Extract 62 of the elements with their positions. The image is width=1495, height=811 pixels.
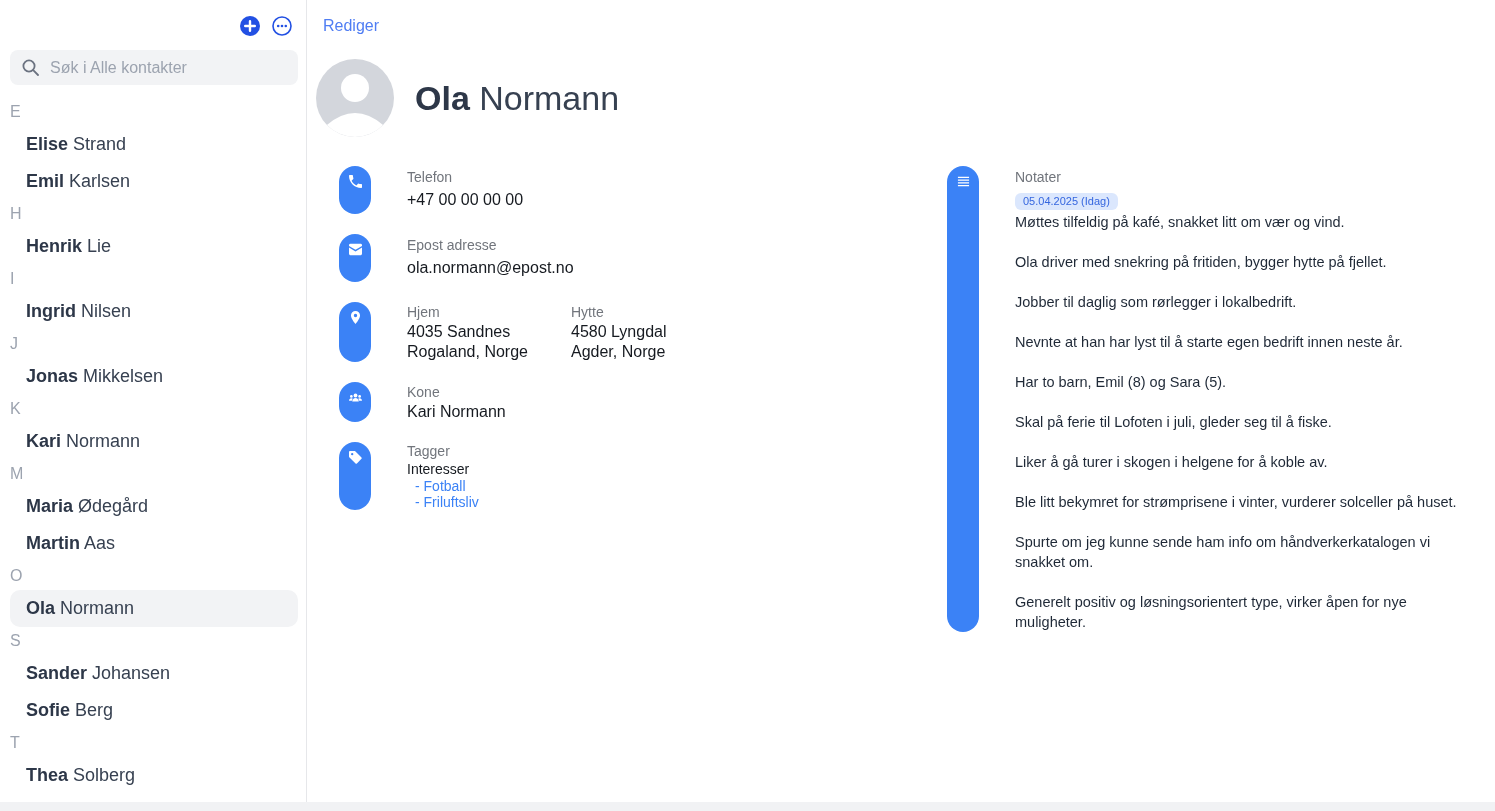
tag-link[interactable]: - Friluftsliv	[415, 494, 479, 510]
field-label: Epost adresse	[407, 236, 498, 255]
contact-list-item[interactable]: Thea Solberg	[10, 757, 298, 794]
address-line: 4035 Sandnes	[407, 322, 512, 342]
note-text: Nevnte at han har lyst til å starte egen bedrift innen neste år.	[1015, 333, 1404, 352]
phone-number: +47 00 00 00 00	[407, 190, 524, 210]
more-options-icon[interactable]	[272, 16, 292, 36]
section-letter: E	[10, 102, 22, 122]
envelope-icon	[348, 243, 362, 256]
address-line: 4580 Lyngdal	[571, 322, 668, 342]
edit-link[interactable]: Rediger	[323, 14, 380, 38]
section-letter: M	[10, 464, 25, 484]
tag-group-name: Interesser	[407, 460, 471, 478]
email-address: ola.normann@epost.no	[407, 258, 574, 278]
add-contact-icon[interactable]	[240, 16, 260, 36]
contact-list-item[interactable]: Ingrid Nilsen	[10, 293, 298, 330]
relation-name: Kari Normann	[407, 402, 506, 422]
contact-list-item[interactable]: Martin Aas	[10, 525, 298, 562]
section-letter: O	[10, 566, 24, 586]
tag-link[interactable]: - Fotball	[415, 478, 466, 494]
contact-list-item[interactable]: Henrik Lie	[10, 228, 298, 265]
section-letter: S	[10, 631, 22, 651]
field-label: Hytte	[571, 303, 605, 322]
address-line: Rogaland, Norge	[407, 342, 529, 362]
contact-list-item[interactable]: Maria Ødegård	[10, 488, 298, 525]
section-letter: I	[10, 269, 16, 289]
tag-icon	[348, 451, 362, 464]
contact-list-item[interactable]: Jonas Mikkelsen	[10, 358, 298, 395]
note-text: Spurte om jeg kunne sende ham info om håndverkerkatalogen vi snakket om.	[1015, 533, 1432, 572]
contact-list-item[interactable]: Sofie Berg	[10, 692, 298, 729]
contact-list-item[interactable]: Sander Johansen	[10, 655, 298, 692]
section-letter: J	[10, 334, 19, 354]
lines-icon	[956, 175, 970, 188]
field-label: Tagger	[407, 442, 451, 460]
contact-name: Ola Normann	[415, 78, 620, 119]
phone-icon	[348, 175, 362, 188]
note-text: Jobber til daglig som rørlegger i lokalbedrift.	[1015, 293, 1298, 312]
person-silhouette-icon	[316, 59, 394, 137]
search-field[interactable]: Søk i Alle kontakter	[10, 50, 298, 85]
date-tag: 05.04.2025 (Idag)	[1015, 193, 1118, 210]
section-letter: H	[10, 204, 23, 224]
map-pin-icon	[348, 311, 362, 324]
note-text: Ola driver med snekring på fritiden, bygger hytte på fjellet.	[1015, 253, 1388, 272]
contact-list-item[interactable]: Ola Normann	[10, 590, 298, 627]
field-label: Hjem	[407, 303, 441, 322]
field-label: Telefon	[407, 168, 454, 187]
note-text: Generelt positiv og løsningsorientert type, virker åpen for nye muligheter.	[1015, 593, 1408, 632]
search-icon	[22, 59, 39, 76]
contact-list-item[interactable]: Emil Karlsen	[10, 163, 298, 200]
section-letter: K	[10, 399, 22, 419]
note-text: Møttes tilfeldig på kafé, snakket litt om vær og vind.	[1015, 213, 1346, 232]
note-text: Ble litt bekymret for strømprisene i vinter, vurderer solceller på huset.	[1015, 493, 1458, 512]
address-line: Agder, Norge	[571, 342, 667, 362]
section-letter: T	[10, 733, 21, 753]
note-text: Skal på ferie til Lofoten i juli, gleder seg til å fiske.	[1015, 413, 1333, 432]
note-text: Liker å gå turer i skogen i helgene for å koble av.	[1015, 453, 1329, 472]
contact-list-item[interactable]: Kari Normann	[10, 423, 298, 460]
field-label: Notater	[1015, 168, 1062, 187]
note-text: Har to barn, Emil (8) og Sara (5).	[1015, 373, 1228, 392]
contact-list-item[interactable]: Elise Strand	[10, 126, 298, 163]
field-label: Kone	[407, 383, 441, 402]
people-icon	[348, 391, 362, 404]
